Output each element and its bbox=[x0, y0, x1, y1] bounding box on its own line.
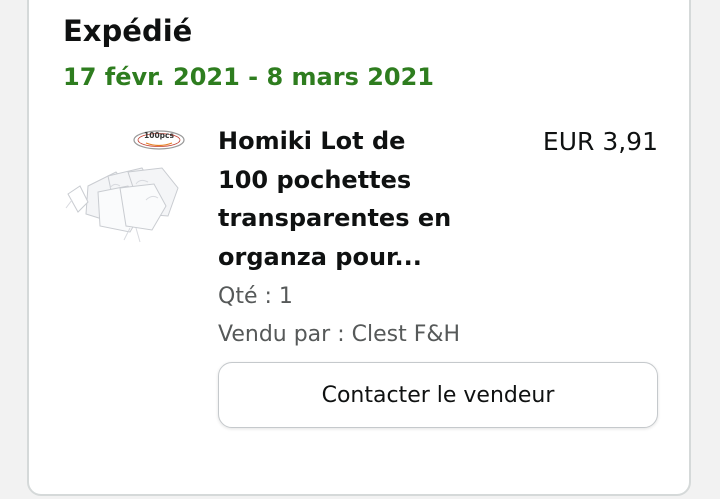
product-price: EUR 3,91 bbox=[542, 127, 658, 156]
delivery-date-range: 17 févr. 2021 - 8 mars 2021 bbox=[63, 63, 435, 91]
quantity-label: Qté : 1 bbox=[218, 284, 293, 309]
contact-seller-button[interactable]: Contacter le vendeur bbox=[218, 362, 658, 428]
product-badge: 100pcs bbox=[133, 130, 185, 150]
product-badge-text: 100pcs bbox=[144, 131, 174, 140]
organza-bags-thumbnail: 100pcs bbox=[65, 130, 185, 243]
shipment-status: Expédié bbox=[63, 14, 193, 48]
sold-by-label: Vendu par : Clest F&H bbox=[218, 322, 461, 347]
product-image[interactable]: 100pcs bbox=[58, 128, 192, 246]
product-title-link[interactable]: Homiki Lot de 100 pochettes transparente… bbox=[218, 122, 458, 276]
organza-bags bbox=[67, 167, 179, 233]
